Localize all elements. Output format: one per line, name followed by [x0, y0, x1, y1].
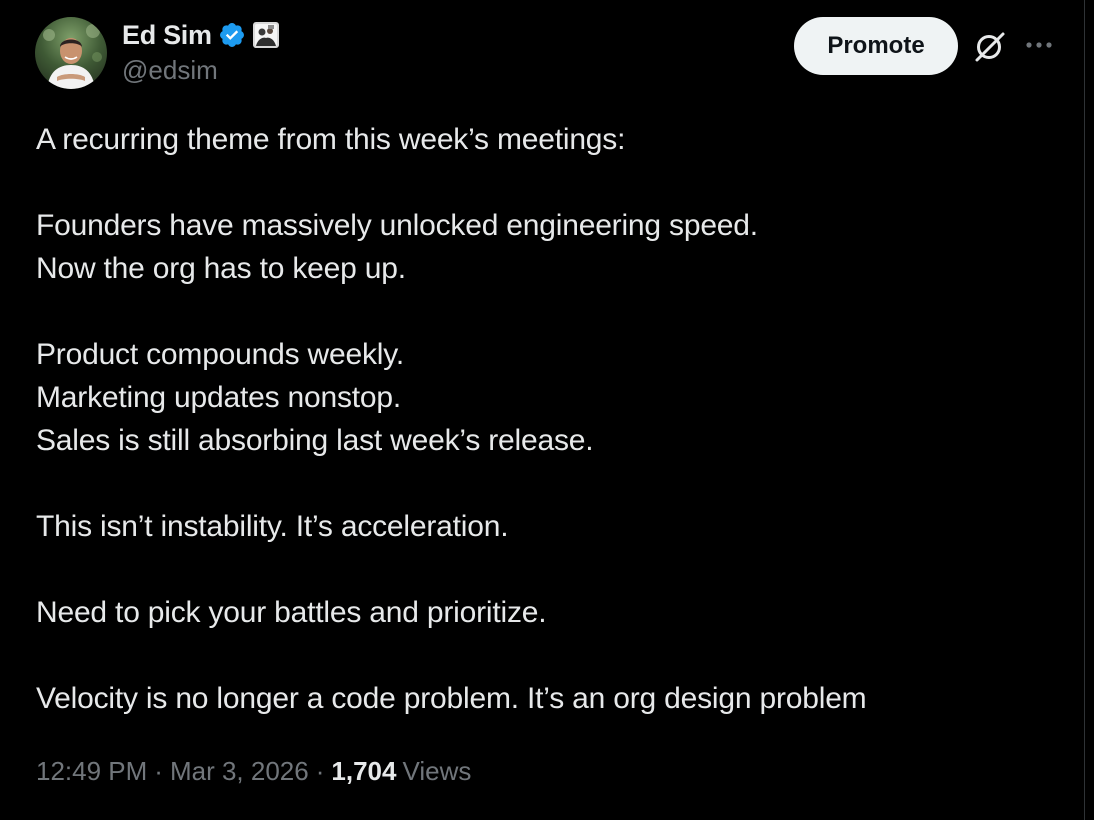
- views-label[interactable]: Views: [402, 756, 471, 787]
- views-count[interactable]: 1,704: [331, 756, 396, 787]
- tweet-time[interactable]: 12:49 PM: [36, 756, 147, 787]
- tweet-line: Now the org has to keep up.: [36, 252, 406, 285]
- tweet-line: Founders have massively unlocked enginee…: [36, 209, 758, 242]
- tweet-line: Sales is still absorbing last week’s rel…: [36, 424, 594, 457]
- tweet-meta: 12:49 PM · Mar 3, 2026 · 1,704 Views: [36, 753, 471, 789]
- avatar-photo: [35, 17, 107, 89]
- meta-separator: ·: [315, 755, 325, 786]
- tweet-line: Marketing updates nonstop.: [36, 381, 402, 414]
- tweet-line: Need to pick your battles and prioritize…: [36, 596, 547, 629]
- more-icon[interactable]: [1024, 32, 1054, 58]
- affiliate-badge-icon[interactable]: [252, 21, 280, 49]
- column-divider: [1084, 0, 1085, 820]
- grok-icon[interactable]: [972, 28, 1008, 64]
- tweet-line: This isn’t instability. It’s acceleratio…: [36, 510, 509, 543]
- promote-button[interactable]: Promote: [794, 17, 958, 75]
- tweet-text: A recurring theme from this week’s meeti…: [36, 118, 1066, 720]
- author-avatar[interactable]: [35, 17, 107, 89]
- meta-separator: ·: [154, 755, 163, 786]
- tweet-line: Velocity is no longer a code problem. It…: [36, 682, 867, 715]
- tweet-detail: Ed Sim @edsim Promote A recurring theme …: [0, 0, 1084, 820]
- tweet-date[interactable]: Mar 3, 2026: [170, 756, 309, 787]
- verified-badge-icon[interactable]: [218, 21, 246, 49]
- author-handle[interactable]: @edsim: [122, 55, 218, 86]
- author-display-name[interactable]: Ed Sim: [122, 20, 212, 51]
- tweet-line: Product compounds weekly.: [36, 338, 404, 371]
- tweet-line: A recurring theme from this week’s meeti…: [36, 123, 626, 156]
- author-name-row: Ed Sim: [122, 17, 280, 53]
